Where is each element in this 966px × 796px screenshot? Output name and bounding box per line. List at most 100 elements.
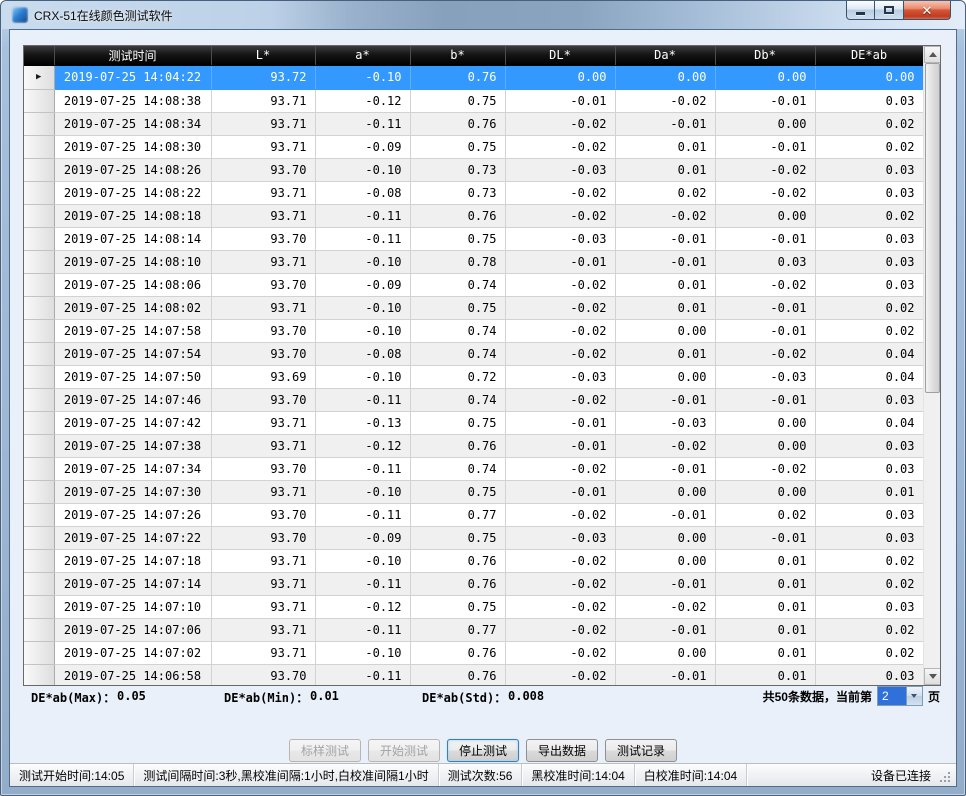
cell-DEab[interactable]: 0.02 (815, 296, 923, 319)
cell-b[interactable]: 0.73 (410, 181, 505, 204)
maximize-button[interactable] (875, 1, 904, 20)
cell-b[interactable]: 0.75 (410, 89, 505, 112)
cell-DEab[interactable]: 0.03 (815, 503, 923, 526)
cell-DEab[interactable]: 0.03 (815, 227, 923, 250)
cell-time[interactable]: 2019-07-25 14:07:38 (54, 434, 211, 457)
row-header[interactable] (24, 273, 54, 296)
row-header[interactable] (24, 595, 54, 618)
start-test-button[interactable]: 开始测试 (368, 739, 440, 762)
cell-Da[interactable]: 0.00 (615, 641, 715, 664)
table-row[interactable]: 2019-07-25 14:08:3893.71-0.120.75-0.01-0… (24, 89, 923, 112)
scroll-up-button[interactable] (924, 46, 941, 63)
cell-L[interactable]: 93.71 (211, 411, 315, 434)
table-row[interactable]: 2019-07-25 14:08:3493.71-0.110.76-0.02-0… (24, 112, 923, 135)
cell-b[interactable]: 0.76 (410, 664, 505, 686)
table-row[interactable]: 2019-07-25 14:06:5893.70-0.110.76-0.02-0… (24, 664, 923, 686)
cell-a[interactable]: -0.10 (315, 365, 410, 388)
column-header-Db[interactable]: Db* (715, 46, 815, 65)
cell-DL[interactable]: -0.03 (505, 365, 615, 388)
cell-time[interactable]: 2019-07-25 14:08:18 (54, 204, 211, 227)
cell-Db[interactable]: -0.02 (715, 158, 815, 181)
cell-L[interactable]: 93.70 (211, 158, 315, 181)
row-header[interactable] (24, 112, 54, 135)
cell-b[interactable]: 0.76 (410, 549, 505, 572)
table-row[interactable]: ▶2019-07-25 14:04:2293.72-0.100.760.000.… (24, 65, 923, 89)
cell-a[interactable]: -0.12 (315, 595, 410, 618)
cell-Da[interactable]: 0.01 (615, 135, 715, 158)
cell-a[interactable]: -0.09 (315, 135, 410, 158)
cell-DEab[interactable]: 0.00 (815, 65, 923, 89)
cell-b[interactable]: 0.76 (410, 641, 505, 664)
cell-b[interactable]: 0.78 (410, 250, 505, 273)
cell-DL[interactable]: -0.02 (505, 135, 615, 158)
cell-a[interactable]: -0.10 (315, 250, 410, 273)
cell-time[interactable]: 2019-07-25 14:07:10 (54, 595, 211, 618)
cell-DL[interactable]: -0.02 (505, 342, 615, 365)
cell-DEab[interactable]: 0.03 (815, 526, 923, 549)
cell-Da[interactable]: 0.01 (615, 342, 715, 365)
cell-L[interactable]: 93.71 (211, 641, 315, 664)
column-header-b[interactable]: b* (410, 46, 505, 65)
table-row[interactable]: 2019-07-25 14:07:2293.70-0.090.75-0.030.… (24, 526, 923, 549)
cell-a[interactable]: -0.11 (315, 204, 410, 227)
cell-DL[interactable]: -0.02 (505, 181, 615, 204)
row-header[interactable] (24, 181, 54, 204)
cell-Db[interactable]: -0.01 (715, 227, 815, 250)
cell-a[interactable]: -0.10 (315, 480, 410, 503)
table-row[interactable]: 2019-07-25 14:07:0693.71-0.110.77-0.02-0… (24, 618, 923, 641)
cell-time[interactable]: 2019-07-25 14:07:14 (54, 572, 211, 595)
cell-time[interactable]: 2019-07-25 14:04:22 (54, 65, 211, 89)
cell-time[interactable]: 2019-07-25 14:07:54 (54, 342, 211, 365)
cell-DEab[interactable]: 0.04 (815, 411, 923, 434)
title-bar[interactable]: CRX-51在线颜色测试软件 (1, 1, 965, 29)
row-header[interactable] (24, 227, 54, 250)
cell-a[interactable]: -0.11 (315, 227, 410, 250)
column-header-Da[interactable]: Da* (615, 46, 715, 65)
cell-L[interactable]: 93.71 (211, 250, 315, 273)
cell-Da[interactable]: -0.02 (615, 434, 715, 457)
cell-b[interactable]: 0.75 (410, 411, 505, 434)
cell-a[interactable]: -0.11 (315, 503, 410, 526)
cell-b[interactable]: 0.74 (410, 342, 505, 365)
cell-L[interactable]: 93.70 (211, 503, 315, 526)
cell-Da[interactable]: -0.03 (615, 411, 715, 434)
cell-time[interactable]: 2019-07-25 14:07:58 (54, 319, 211, 342)
cell-b[interactable]: 0.74 (410, 319, 505, 342)
row-header[interactable] (24, 411, 54, 434)
cell-DL[interactable]: -0.02 (505, 112, 615, 135)
scrollbar-thumb[interactable] (925, 63, 940, 393)
cell-DEab[interactable]: 0.04 (815, 342, 923, 365)
cell-Db[interactable]: -0.01 (715, 526, 815, 549)
cell-DL[interactable]: -0.02 (505, 618, 615, 641)
row-header[interactable] (24, 388, 54, 411)
cell-time[interactable]: 2019-07-25 14:08:06 (54, 273, 211, 296)
cell-b[interactable]: 0.76 (410, 65, 505, 89)
cell-DL[interactable]: -0.02 (505, 273, 615, 296)
table-row[interactable]: 2019-07-25 14:07:0293.71-0.100.76-0.020.… (24, 641, 923, 664)
cell-L[interactable]: 93.71 (211, 434, 315, 457)
cell-Db[interactable]: 0.00 (715, 204, 815, 227)
cell-DEab[interactable]: 0.02 (815, 641, 923, 664)
cell-Db[interactable]: 0.00 (715, 65, 815, 89)
table-row[interactable]: 2019-07-25 14:08:3093.71-0.090.75-0.020.… (24, 135, 923, 158)
table-row[interactable]: 2019-07-25 14:07:3493.70-0.110.74-0.02-0… (24, 457, 923, 480)
cell-L[interactable]: 93.71 (211, 296, 315, 319)
cell-L[interactable]: 93.71 (211, 480, 315, 503)
cell-DL[interactable]: -0.01 (505, 480, 615, 503)
cell-time[interactable]: 2019-07-25 14:08:30 (54, 135, 211, 158)
cell-time[interactable]: 2019-07-25 14:07:18 (54, 549, 211, 572)
column-header-DL[interactable]: DL* (505, 46, 615, 65)
cell-Da[interactable]: -0.02 (615, 204, 715, 227)
row-header[interactable] (24, 503, 54, 526)
cell-a[interactable]: -0.11 (315, 618, 410, 641)
cell-b[interactable]: 0.77 (410, 503, 505, 526)
cell-DEab[interactable]: 0.03 (815, 595, 923, 618)
table-row[interactable]: 2019-07-25 14:07:4693.70-0.110.74-0.02-0… (24, 388, 923, 411)
cell-L[interactable]: 93.70 (211, 342, 315, 365)
cell-Db[interactable]: -0.01 (715, 89, 815, 112)
cell-DEab[interactable]: 0.02 (815, 618, 923, 641)
cell-DEab[interactable]: 0.03 (815, 273, 923, 296)
vertical-scrollbar[interactable] (923, 46, 940, 685)
cell-Da[interactable]: 0.01 (615, 296, 715, 319)
cell-b[interactable]: 0.75 (410, 595, 505, 618)
